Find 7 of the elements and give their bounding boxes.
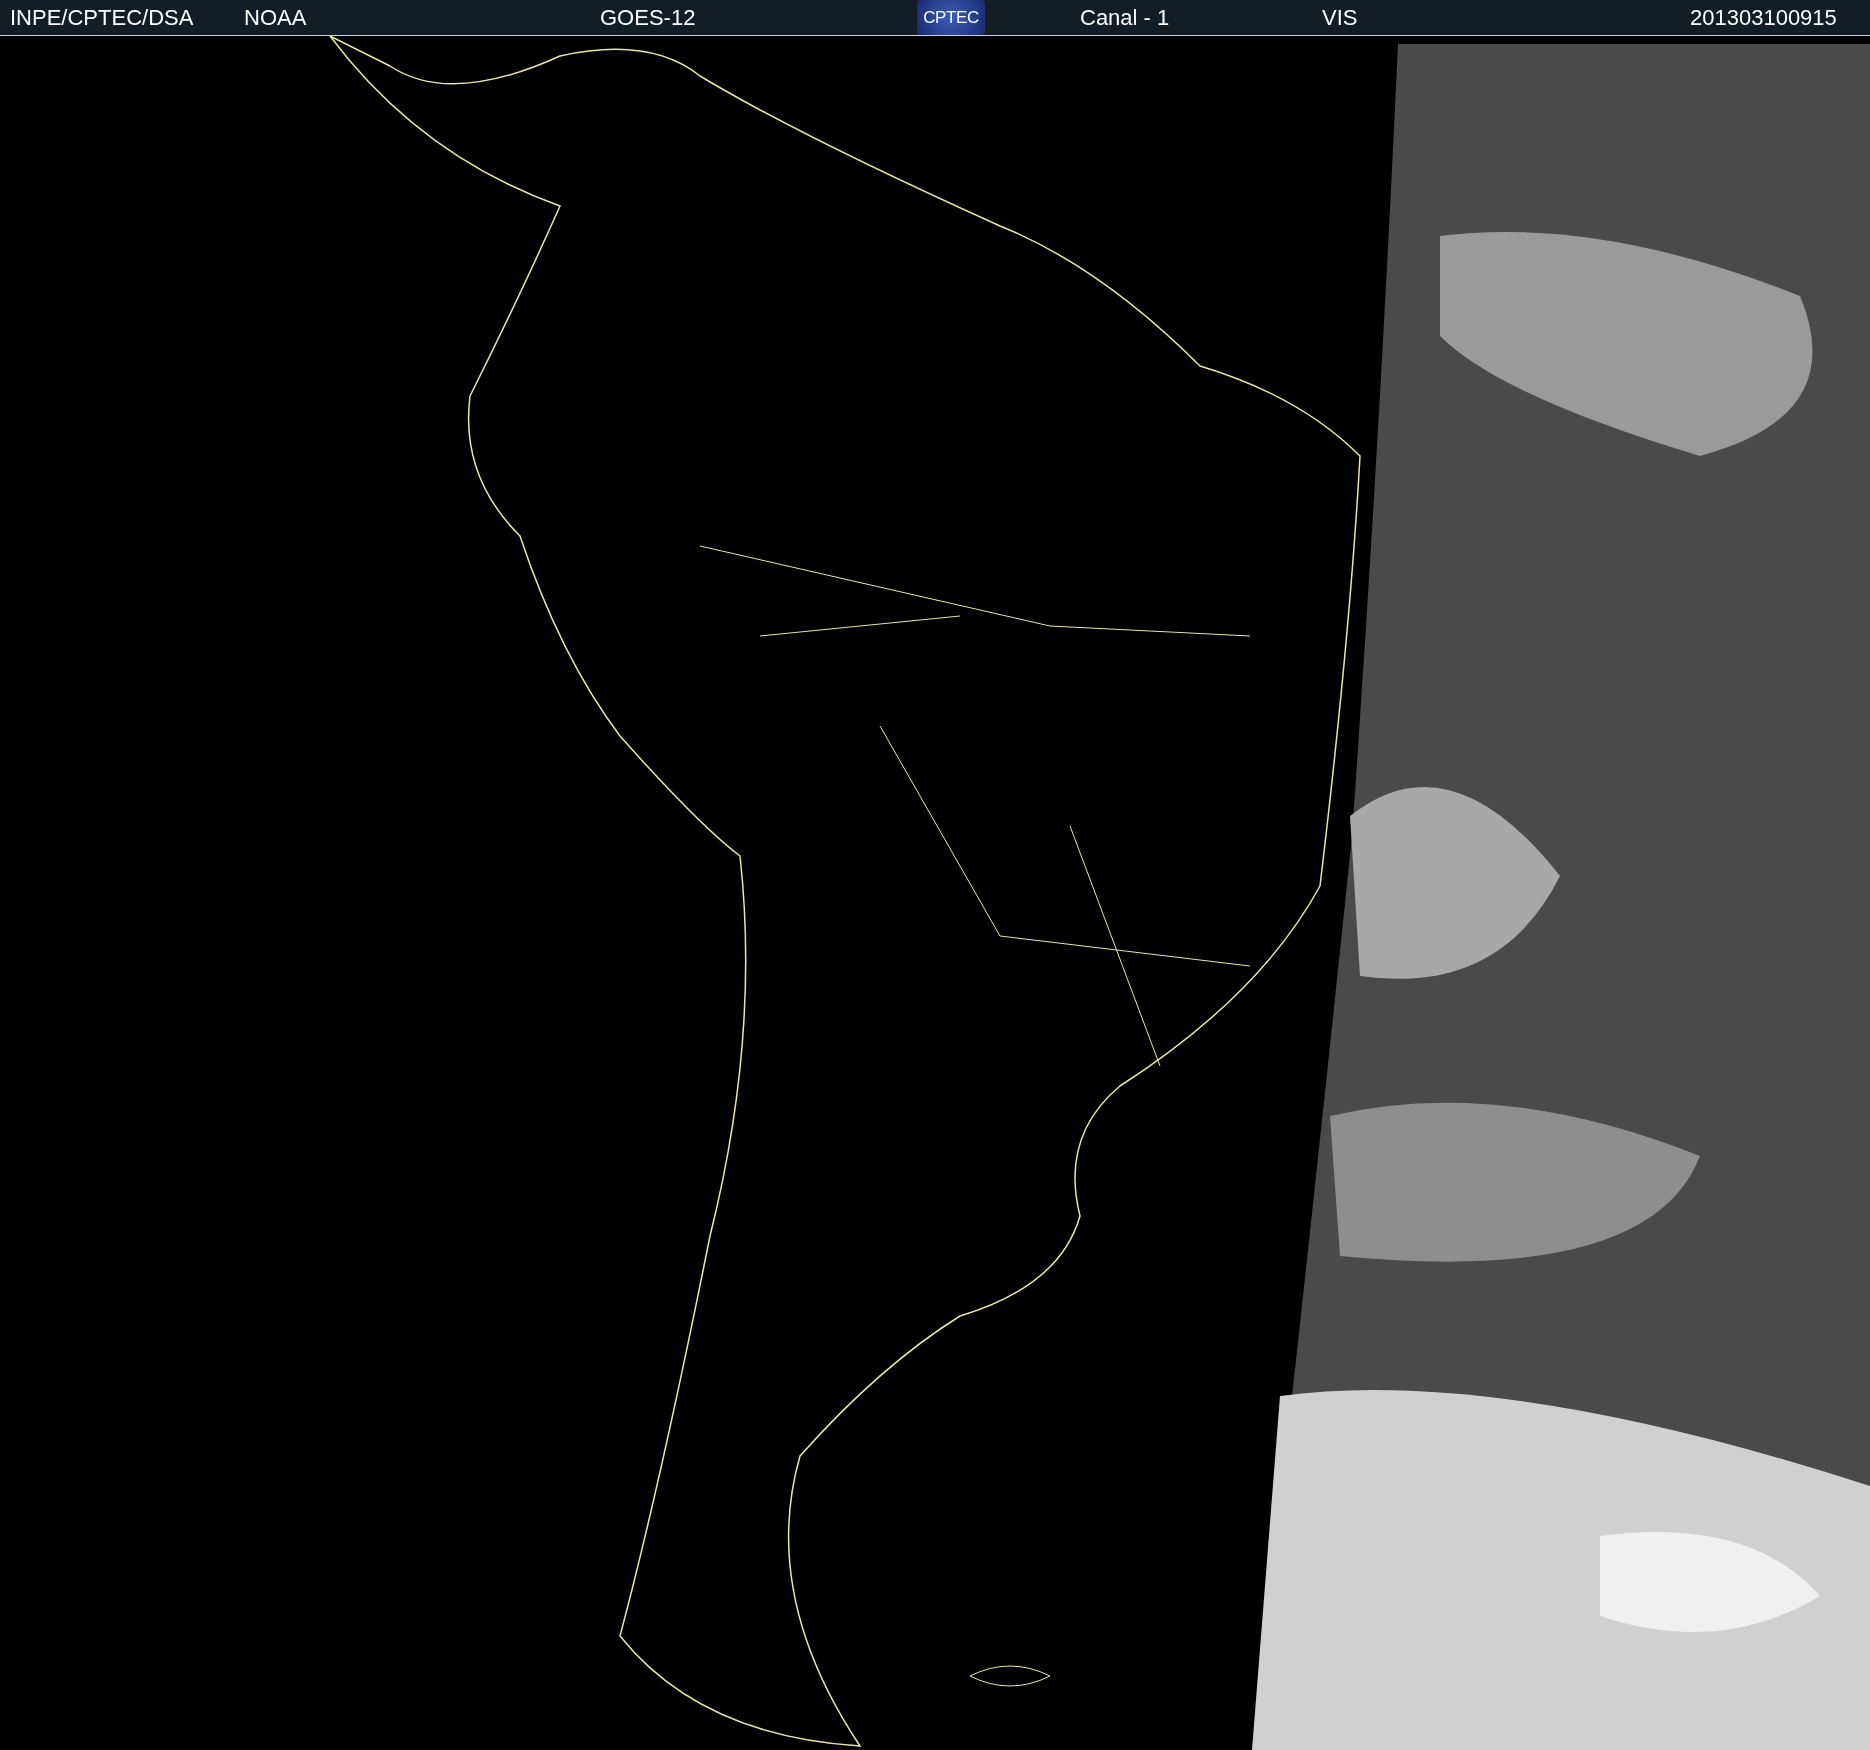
band-label: VIS: [1322, 4, 1358, 32]
timestamp-label: 201303100915: [1690, 4, 1837, 32]
logo-text: CPTEC: [923, 6, 979, 29]
channel-label: Canal - 1: [1080, 4, 1170, 32]
satellite-label: GOES-12: [600, 4, 696, 32]
source-label: INPE/CPTEC/DSA: [10, 4, 194, 32]
agency-label: NOAA: [244, 4, 307, 32]
